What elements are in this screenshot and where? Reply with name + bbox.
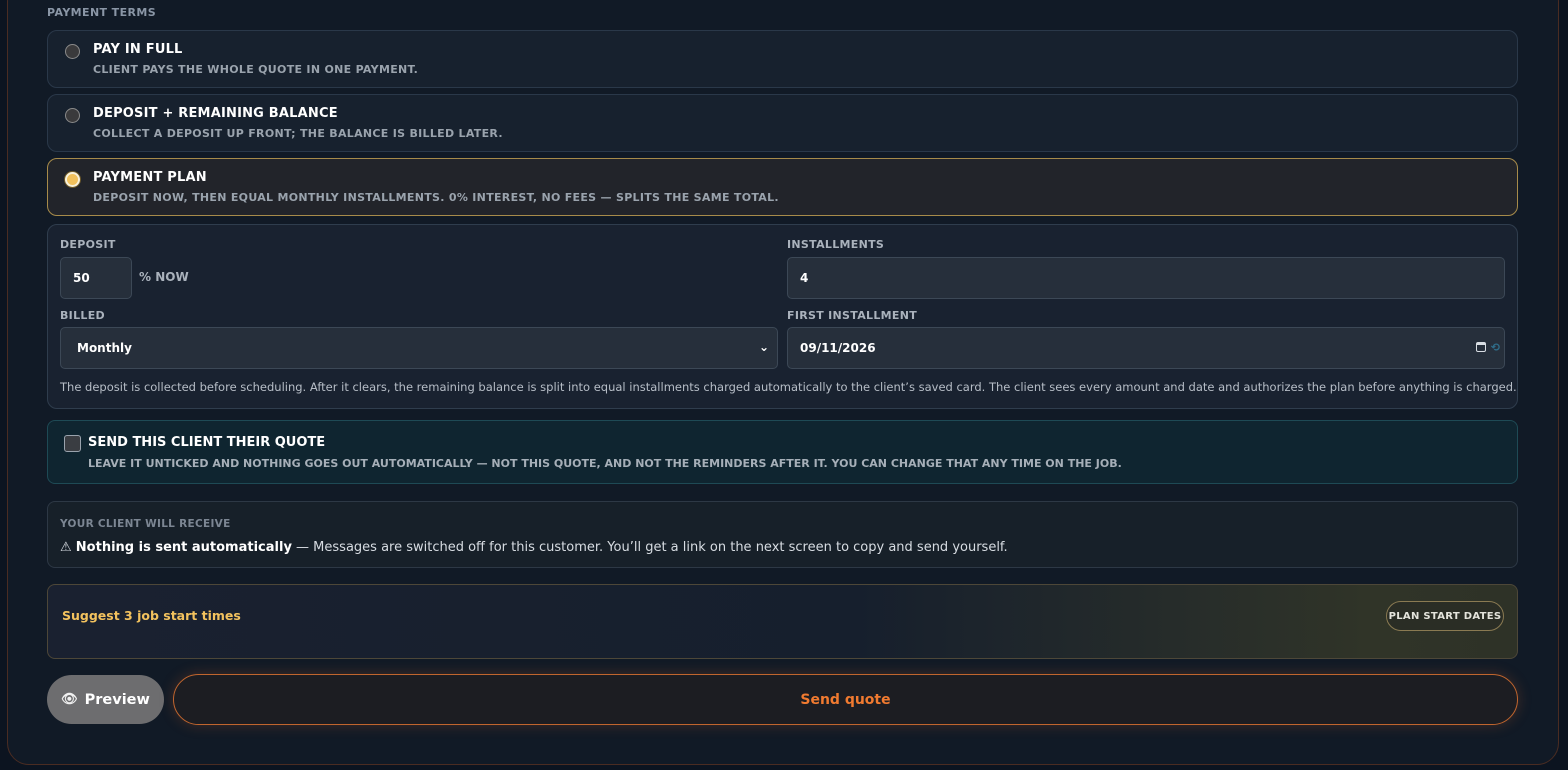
spinner-icon: ⟲ <box>1490 341 1500 354</box>
send-quote-toggle[interactable]: SEND THIS CLIENT THEIR QUOTE LEAVE IT UN… <box>47 420 1518 484</box>
installments-input[interactable]: 4 <box>787 257 1505 299</box>
preview-button-label: Preview <box>84 691 150 708</box>
option-subtitle: CLIENT PAYS THE WHOLE QUOTE IN ONE PAYME… <box>93 63 419 76</box>
plan-start-dates-button[interactable]: PLAN START DATES <box>1386 601 1504 631</box>
warning-detail-text: — Messages are switched off for this cus… <box>291 540 1008 555</box>
send-quote-subtitle: LEAVE IT UNTICKED AND NOTHING GOES OUT A… <box>88 457 1122 470</box>
plan-explanation: The deposit is collected before scheduli… <box>60 380 1517 394</box>
option-payment-plan[interactable]: PAYMENT PLAN DEPOSIT NOW, THEN EQUAL MON… <box>47 158 1518 216</box>
option-subtitle: COLLECT A DEPOSIT UP FRONT; THE BALANCE … <box>93 127 503 140</box>
deposit-percent-input[interactable]: 50 <box>60 257 132 299</box>
billed-select-value: Monthly <box>77 341 132 355</box>
chevron-down-icon: ⌄ <box>758 340 769 354</box>
option-pay-in-full[interactable]: PAY IN FULL CLIENT PAYS THE WHOLE QUOTE … <box>47 30 1518 88</box>
installments-label: INSTALLMENTS <box>787 238 885 251</box>
eye-icon: 👁 <box>61 692 78 707</box>
first-installment-label: FIRST INSTALLMENT <box>787 309 918 322</box>
deposit-label: DEPOSIT <box>60 238 116 251</box>
calendar-icon[interactable] <box>1476 342 1486 352</box>
option-title: PAY IN FULL <box>93 42 183 57</box>
option-subtitle: DEPOSIT NOW, THEN EQUAL MONTHLY INSTALLM… <box>93 191 779 204</box>
suggest-start-times-text: Suggest 3 job start times <box>62 608 241 623</box>
suggest-start-times-box: Suggest 3 job start times PLAN START DAT… <box>47 584 1518 659</box>
first-installment-date-value: 09/11/2026 <box>800 341 876 355</box>
payment-plan-settings: DEPOSIT 50 % NOW INSTALLMENTS 4 BILLED M… <box>47 224 1518 409</box>
warning-icon: ⚠ <box>60 540 72 555</box>
client-receive-box: YOUR CLIENT WILL RECEIVE ⚠ Nothing is se… <box>47 501 1518 568</box>
send-quote-title: SEND THIS CLIENT THEIR QUOTE <box>88 435 326 450</box>
radio-deposit-balance[interactable] <box>65 108 80 123</box>
option-deposit-balance[interactable]: DEPOSIT + REMAINING BALANCE COLLECT A DE… <box>47 94 1518 152</box>
send-quote-checkbox[interactable] <box>64 435 81 452</box>
send-quote-button[interactable]: Send quote <box>173 674 1518 725</box>
client-receive-message: ⚠ Nothing is sent automatically — Messag… <box>60 540 1008 555</box>
option-title: DEPOSIT + REMAINING BALANCE <box>93 106 338 121</box>
payment-terms-label: PAYMENT TERMS <box>47 6 157 19</box>
preview-button[interactable]: 👁 Preview <box>47 675 164 724</box>
client-receive-label: YOUR CLIENT WILL RECEIVE <box>60 518 231 530</box>
billed-label: BILLED <box>60 309 105 322</box>
option-title: PAYMENT PLAN <box>93 170 207 185</box>
warning-bold-text: Nothing is sent automatically <box>75 540 292 555</box>
first-installment-date-input[interactable]: 09/11/2026 ⟲ <box>787 327 1505 369</box>
billed-select[interactable]: Monthly ⌄ <box>60 327 778 369</box>
deposit-suffix: % NOW <box>139 270 189 284</box>
radio-payment-plan[interactable] <box>65 172 80 187</box>
radio-pay-in-full[interactable] <box>65 44 80 59</box>
